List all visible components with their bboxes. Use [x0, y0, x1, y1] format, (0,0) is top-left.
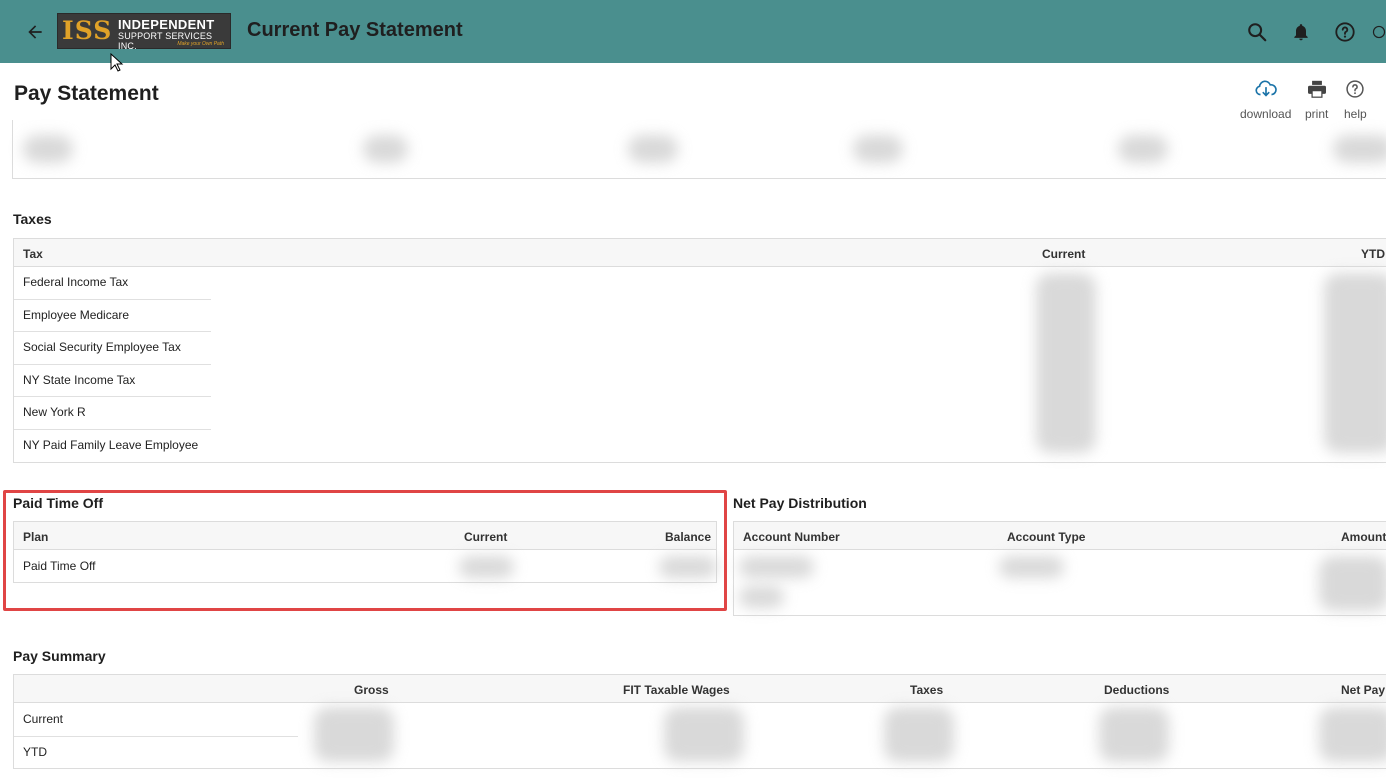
- help-label: help: [1344, 107, 1367, 121]
- net-pay-table-header: Account Number Account Type Amount: [734, 522, 1386, 550]
- pay-summary-table-header: Gross FIT Taxable Wages Taxes Deductions…: [14, 675, 1386, 703]
- net-pay-title: Net Pay Distribution: [733, 495, 867, 511]
- col-account-number: Account Number: [743, 530, 840, 544]
- download-action[interactable]: download: [1240, 78, 1291, 121]
- bell-icon: [1294, 24, 1308, 41]
- help-circle-icon: [1346, 80, 1365, 98]
- top-app-bar: ISS INDEPENDENT SUPPORT SERVICES INC. Ma…: [0, 0, 1386, 63]
- col-taxes: Taxes: [910, 683, 944, 697]
- back-arrow-icon: [28, 25, 42, 39]
- search-button[interactable]: [1244, 19, 1270, 45]
- col-deductions: Deductions: [1104, 683, 1170, 697]
- earnings-table-blurred: [12, 120, 1386, 179]
- notifications-button[interactable]: [1288, 19, 1314, 45]
- col-fit-taxable-wages: FIT Taxable Wages: [623, 683, 730, 697]
- user-circle-icon: [1372, 25, 1386, 39]
- col-current: Current: [1042, 247, 1086, 261]
- company-logo: ISS INDEPENDENT SUPPORT SERVICES INC. Ma…: [57, 13, 231, 51]
- profile-button[interactable]: [1372, 19, 1386, 45]
- search-icon: [1248, 23, 1267, 42]
- taxes-table: Tax Current YTD Federal Income Tax Emplo…: [13, 238, 1386, 463]
- pay-summary-title: Pay Summary: [13, 648, 106, 664]
- print-label: print: [1305, 107, 1329, 121]
- help-action[interactable]: help: [1344, 78, 1367, 121]
- print-action[interactable]: print: [1305, 78, 1328, 121]
- col-ytd: YTD: [1361, 247, 1385, 261]
- help-circle-icon: [1335, 22, 1355, 42]
- taxes-table-header: Tax Current YTD: [14, 239, 1386, 267]
- logo-tagline: Make your Own Path: [177, 41, 224, 47]
- net-pay-table: Account Number Account Type Amount: [733, 521, 1386, 616]
- help-button[interactable]: [1332, 19, 1358, 45]
- tax-name: Federal Income Tax: [23, 275, 129, 289]
- logo-line1: INDEPENDENT: [118, 17, 215, 32]
- tax-name: Social Security Employee Tax: [23, 340, 181, 354]
- tax-name: New York R: [23, 405, 86, 419]
- cloud-download-icon: [1255, 80, 1277, 97]
- page-title: Pay Statement: [14, 82, 159, 105]
- app-title: Current Pay Statement: [247, 19, 463, 41]
- col-gross: Gross: [354, 683, 389, 697]
- col-amount: Amount: [1341, 530, 1386, 544]
- tax-name: Employee Medicare: [23, 308, 130, 322]
- pay-summary-table: Gross FIT Taxable Wages Taxes Deductions…: [13, 674, 1386, 769]
- printer-icon: [1307, 80, 1326, 98]
- summary-row-label: Current: [23, 712, 64, 726]
- back-button[interactable]: [22, 19, 48, 45]
- col-net-pay: Net Pay: [1341, 683, 1386, 697]
- logo-mark: ISS: [62, 16, 113, 45]
- col-tax: Tax: [23, 247, 43, 261]
- mouse-cursor-icon: [110, 53, 124, 72]
- taxes-title: Taxes: [13, 211, 52, 227]
- summary-row-label: YTD: [23, 745, 47, 759]
- highlight-annotation: [3, 490, 727, 611]
- download-label: download: [1240, 107, 1292, 121]
- col-account-type: Account Type: [1007, 530, 1086, 544]
- tax-name: NY State Income Tax: [23, 373, 136, 387]
- tax-name: NY Paid Family Leave Employee: [23, 438, 199, 452]
